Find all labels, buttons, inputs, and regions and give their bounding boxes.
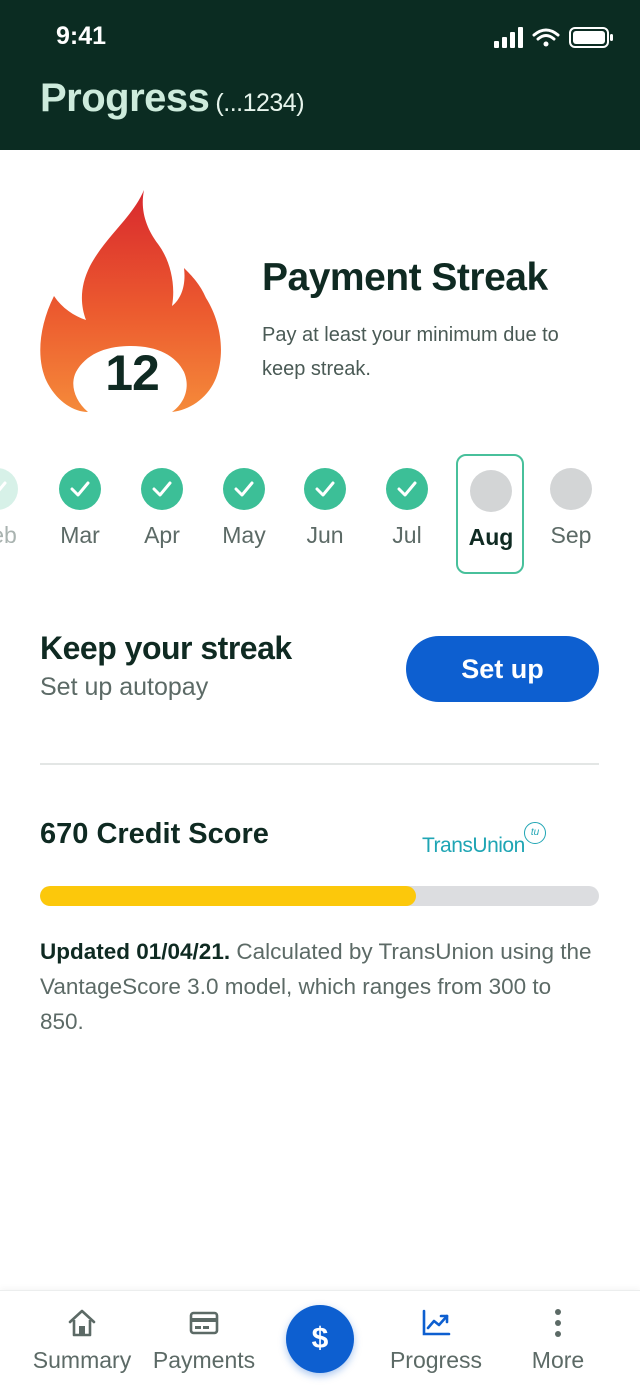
tab-label: More — [531, 1347, 585, 1373]
divider — [40, 763, 599, 765]
month-status-dot — [386, 468, 428, 510]
credit-score-bar — [40, 886, 599, 906]
credit-score-title: 670 Credit Score — [40, 818, 269, 850]
tab-more[interactable]: More — [498, 1291, 618, 1390]
month-label: Mar — [60, 522, 100, 548]
month-jun: Jun — [290, 452, 360, 576]
month-status-dot — [223, 468, 265, 510]
month-status-dot — [470, 470, 512, 512]
month-status-dot — [550, 468, 592, 510]
month-label: May — [222, 522, 266, 548]
month-may: May — [209, 452, 279, 576]
dollar-icon: $ — [311, 1322, 329, 1355]
more-vertical-icon — [555, 1309, 561, 1337]
status-time: 9:41 — [56, 22, 107, 50]
account-number: (...1234) — [215, 89, 305, 117]
credit-score-description: Updated 01/04/21. Calculated by TransUni… — [40, 934, 600, 1039]
month-strip[interactable]: Feb Mar Apr May Jun Jul Aug Sep — [0, 452, 640, 576]
month-apr: Apr — [127, 452, 197, 576]
chart-icon — [422, 1309, 451, 1336]
month-mar: Mar — [45, 452, 115, 576]
make-payment-button[interactable]: $ — [286, 1305, 354, 1373]
month-label: Feb — [0, 522, 17, 548]
month-jul: Jul — [372, 452, 442, 576]
month-label: Sep — [550, 522, 592, 548]
month-status-dot — [304, 468, 346, 510]
month-status-dot — [141, 468, 183, 510]
wifi-icon — [532, 28, 560, 47]
credit-score-bar-fill — [40, 886, 417, 906]
keep-streak-title: Keep your streak — [40, 630, 292, 666]
check-icon — [315, 481, 335, 497]
month-status-dot — [59, 468, 101, 510]
set-up-autopay-button[interactable]: Set up — [406, 636, 599, 702]
month-sep: Sep — [536, 452, 606, 576]
month-aug-current[interactable]: Aug — [456, 454, 524, 574]
tab-label: Payments — [152, 1347, 256, 1373]
month-label: Jul — [392, 522, 422, 548]
tab-payments[interactable]: Payments — [144, 1291, 264, 1390]
card-icon — [189, 1311, 219, 1335]
tab-label: Summary — [32, 1347, 132, 1373]
check-icon — [234, 481, 254, 497]
month-feb: Feb — [0, 452, 32, 576]
page-title: Progress (...1234) — [40, 76, 305, 121]
check-icon — [397, 481, 417, 497]
streak-count: 12 — [105, 345, 160, 401]
month-label: Apr — [144, 522, 180, 548]
month-label: Aug — [468, 524, 514, 550]
streak-description: Pay at least your minimum due to keep st… — [262, 324, 559, 380]
check-icon — [0, 481, 7, 492]
battery-icon — [569, 27, 613, 48]
signal-icon — [494, 27, 523, 48]
home-icon — [68, 1309, 96, 1337]
status-icons — [494, 27, 613, 48]
month-label: Jun — [306, 522, 344, 548]
check-icon — [70, 481, 90, 497]
app-header: 9:41 Progress (...1234) — [0, 0, 640, 150]
transunion-badge: tu — [524, 822, 546, 844]
credit-updated-date: Updated 01/04/21. — [40, 939, 231, 964]
transunion-logo: TransUnion tu — [420, 818, 550, 860]
month-status-dot — [0, 468, 18, 510]
check-icon — [152, 481, 172, 497]
transunion-logo-text: TransUnion — [422, 834, 525, 857]
tab-label: Progress — [389, 1347, 483, 1373]
tab-summary[interactable]: Summary — [22, 1291, 142, 1390]
streak-title: Payment Streak — [262, 256, 548, 299]
tab-progress[interactable]: Progress — [376, 1291, 496, 1390]
keep-streak-subtitle: Set up autopay — [40, 673, 209, 701]
page-title-text: Progress — [40, 76, 210, 120]
